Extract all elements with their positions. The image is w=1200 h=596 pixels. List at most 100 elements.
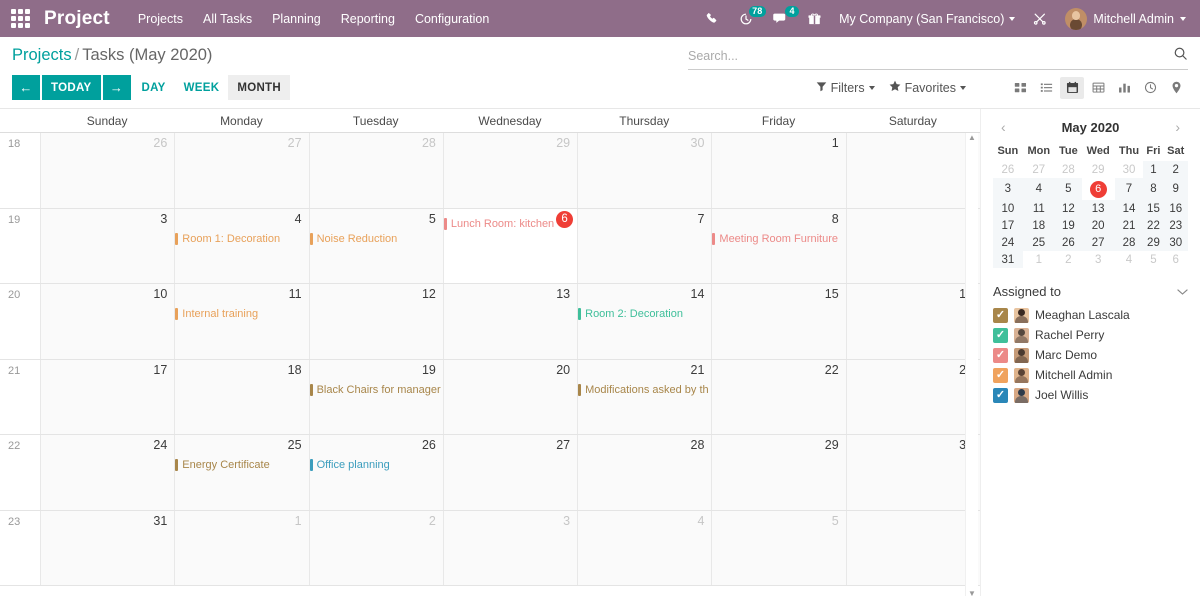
mini-prev-month-button[interactable]: ‹ <box>997 119 1010 135</box>
mini-day[interactable]: 19 <box>1055 217 1082 234</box>
calendar-day-cell[interactable]: 5 <box>711 511 845 586</box>
mini-day[interactable]: 13 <box>1082 200 1115 217</box>
mini-day[interactable]: 30 <box>1115 161 1144 178</box>
mini-day[interactable]: 31 <box>993 251 1023 268</box>
calendar-day-cell[interactable]: 3 <box>443 511 577 586</box>
calendar-day-cell[interactable]: 28 <box>309 133 443 208</box>
mini-day[interactable]: 21 <box>1115 217 1144 234</box>
scale-week-button[interactable]: WEEK <box>175 75 229 100</box>
mini-day[interactable]: 25 <box>1023 234 1055 251</box>
person-checkbox[interactable] <box>993 368 1008 383</box>
calendar-day-cell[interactable]: 15 <box>711 284 845 359</box>
pivot-view-icon[interactable] <box>1086 77 1110 99</box>
menu-item-planning[interactable]: Planning <box>262 7 331 31</box>
scroll-down-arrow[interactable]: ▼ <box>966 589 978 596</box>
breadcrumb-root[interactable]: Projects <box>12 46 72 64</box>
assigned-person-row[interactable]: Mitchell Admin <box>993 365 1188 385</box>
calendar-day-cell[interactable]: 14Room 2: Decoration <box>577 284 711 359</box>
mini-day[interactable]: 7 <box>1115 178 1144 200</box>
activity-view-icon[interactable] <box>1138 77 1162 99</box>
user-menu[interactable]: Mitchell Admin <box>1057 8 1190 30</box>
menu-item-configuration[interactable]: Configuration <box>405 7 499 31</box>
scale-month-button[interactable]: MONTH <box>228 75 290 100</box>
calendar-day-cell[interactable]: 13 <box>443 284 577 359</box>
mini-day[interactable]: 16 <box>1163 200 1188 217</box>
calendar-event[interactable]: Room 2: Decoration <box>578 307 711 321</box>
person-checkbox[interactable] <box>993 308 1008 323</box>
calendar-day-cell[interactable]: 29 <box>711 435 845 510</box>
scale-day-button[interactable]: DAY <box>133 75 175 100</box>
mini-day[interactable]: 28 <box>1055 161 1082 178</box>
mini-day[interactable]: 14 <box>1115 200 1144 217</box>
mini-day[interactable]: 3 <box>993 178 1023 200</box>
mini-day[interactable]: 29 <box>1143 234 1163 251</box>
calendar-day-cell[interactable]: 9 <box>846 209 980 284</box>
mini-selected-day[interactable]: 6 <box>1082 178 1115 200</box>
mini-day[interactable]: 15 <box>1143 200 1163 217</box>
app-brand[interactable]: Project <box>44 8 110 30</box>
calendar-day-cell[interactable]: 7 <box>577 209 711 284</box>
calendar-day-cell[interactable]: 8Meeting Room Furniture <box>711 209 845 284</box>
calendar-day-cell[interactable]: 30 <box>846 435 980 510</box>
calendar-day-cell[interactable]: 21Modifications asked by the c <box>577 360 711 435</box>
calendar-day-cell[interactable]: 18 <box>174 360 308 435</box>
chevron-down-icon[interactable] <box>1177 284 1188 299</box>
mini-day[interactable]: 12 <box>1055 200 1082 217</box>
calendar-day-cell[interactable]: 11Internal training <box>174 284 308 359</box>
map-view-icon[interactable] <box>1164 77 1188 99</box>
calendar-day-cell[interactable]: 10 <box>40 284 174 359</box>
calendar-day-cell[interactable]: 6 <box>846 511 980 586</box>
assigned-person-row[interactable]: Marc Demo <box>993 345 1188 365</box>
activity-clock-icon[interactable]: 78 <box>729 0 763 37</box>
calendar-day-cell[interactable]: 27 <box>443 435 577 510</box>
mini-day[interactable]: 24 <box>993 234 1023 251</box>
next-period-button[interactable]: → <box>103 75 131 100</box>
mini-next-month-button[interactable]: › <box>1171 119 1184 135</box>
mini-day[interactable]: 26 <box>993 161 1023 178</box>
favorites-dropdown[interactable]: Favorites <box>889 80 966 95</box>
mini-day[interactable]: 10 <box>993 200 1023 217</box>
calendar-day-cell[interactable]: 12 <box>309 284 443 359</box>
mini-day[interactable]: 17 <box>993 217 1023 234</box>
assigned-to-header[interactable]: Assigned to <box>993 284 1188 305</box>
mini-day[interactable]: 6 <box>1163 251 1188 268</box>
calendar-day-cell[interactable]: 29 <box>443 133 577 208</box>
menu-item-all-tasks[interactable]: All Tasks <box>193 7 262 31</box>
menu-item-reporting[interactable]: Reporting <box>331 7 405 31</box>
menu-item-projects[interactable]: Projects <box>128 7 193 31</box>
calendar-day-cell[interactable]: 19Black Chairs for managers <box>309 360 443 435</box>
calendar-day-cell[interactable]: 4Room 1: Decoration <box>174 209 308 284</box>
phone-icon[interactable] <box>696 0 729 37</box>
mini-day[interactable]: 30 <box>1163 234 1188 251</box>
calendar-day-cell[interactable]: 6Lunch Room: kitchen <box>443 209 577 284</box>
search-icon[interactable] <box>1173 46 1188 66</box>
calendar-day-cell[interactable]: 3 <box>40 209 174 284</box>
mini-day[interactable]: 9 <box>1163 178 1188 200</box>
calendar-day-cell[interactable]: 28 <box>577 435 711 510</box>
calendar-day-cell[interactable]: 27 <box>174 133 308 208</box>
calendar-view-icon[interactable] <box>1060 77 1084 99</box>
list-view-icon[interactable] <box>1034 77 1058 99</box>
apps-grid-icon[interactable] <box>6 8 34 30</box>
search-bar[interactable] <box>688 46 1188 70</box>
calendar-day-cell[interactable]: 2 <box>309 511 443 586</box>
calendar-scrollbar[interactable]: ▲ ▼ <box>965 133 978 596</box>
calendar-day-cell[interactable]: 1 <box>174 511 308 586</box>
calendar-event[interactable]: Meeting Room Furniture <box>712 232 845 246</box>
mini-day[interactable]: 5 <box>1143 251 1163 268</box>
calendar-event[interactable]: Black Chairs for managers <box>310 383 443 397</box>
calendar-day-cell[interactable]: 2 <box>846 133 980 208</box>
calendar-day-cell[interactable]: 26 <box>40 133 174 208</box>
calendar-day-cell[interactable]: 5Noise Reduction <box>309 209 443 284</box>
scroll-up-arrow[interactable]: ▲ <box>966 133 978 143</box>
calendar-day-cell[interactable]: 23 <box>846 360 980 435</box>
mini-day[interactable]: 29 <box>1082 161 1115 178</box>
filters-dropdown[interactable]: Filters <box>816 81 875 95</box>
calendar-event[interactable]: Energy Certificate <box>175 458 308 472</box>
calendar-event[interactable]: Modifications asked by the c <box>578 383 711 397</box>
calendar-day-cell[interactable]: 17 <box>40 360 174 435</box>
mini-day[interactable]: 3 <box>1082 251 1115 268</box>
mini-day[interactable]: 1 <box>1023 251 1055 268</box>
mini-day[interactable]: 8 <box>1143 178 1163 200</box>
mini-day[interactable]: 18 <box>1023 217 1055 234</box>
